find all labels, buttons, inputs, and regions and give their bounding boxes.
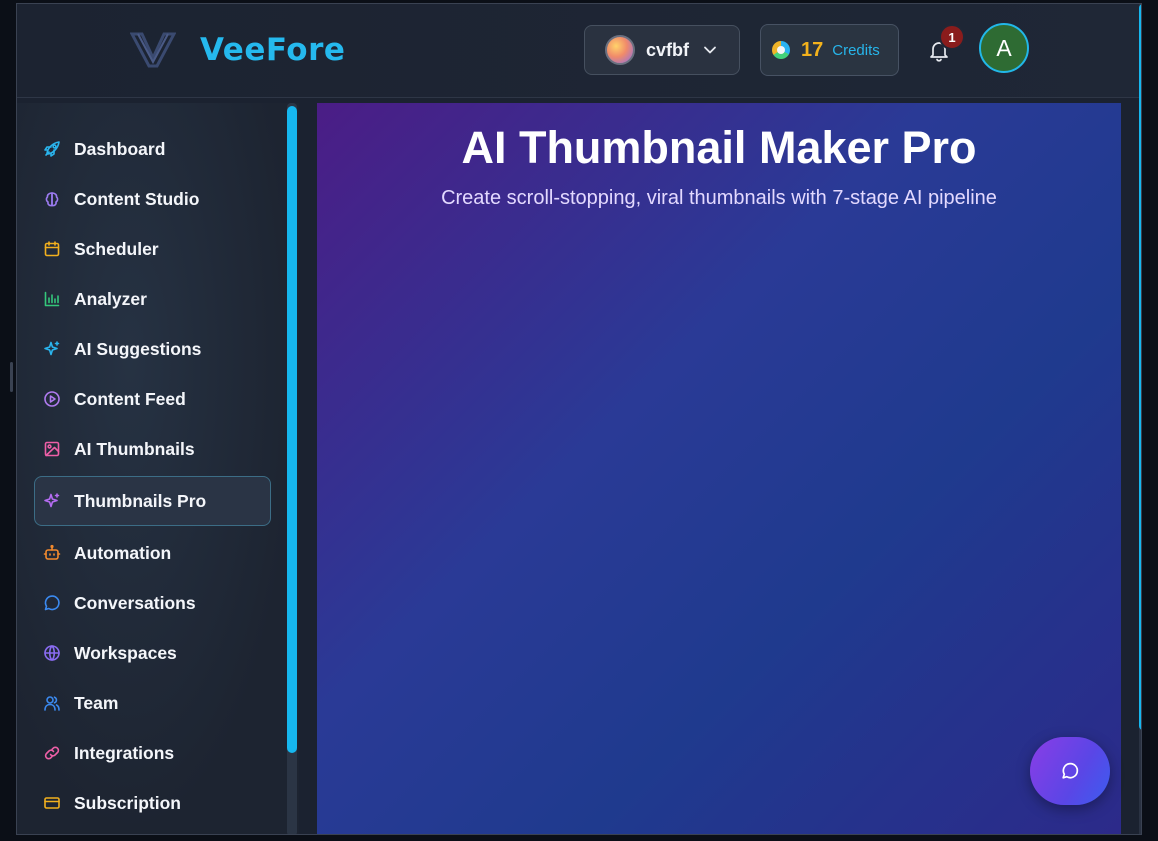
sidebar-item-label: Automation	[74, 542, 172, 563]
sidebar-item-dashboard[interactable]: Dashboard	[34, 124, 271, 174]
sidebar-item-label: Conversations	[74, 592, 196, 613]
brand-name[interactable]: VeeFore	[200, 32, 345, 68]
credits-count: 17	[801, 38, 824, 61]
calendar-icon	[44, 241, 60, 257]
notification-count-badge: 1	[939, 24, 965, 50]
chat-button[interactable]	[1030, 737, 1110, 805]
brain-icon	[45, 192, 59, 207]
sidebar-item-content-feed[interactable]: Content Feed	[34, 374, 271, 424]
sidebar-scrollbar-thumb[interactable]	[287, 106, 297, 753]
sidebar-item-label: Scheduler	[74, 238, 159, 259]
window-resize-grip[interactable]	[10, 362, 13, 392]
users-icon	[44, 696, 60, 711]
credits-coin-icon	[772, 41, 790, 59]
veefore-logo-icon	[130, 32, 176, 68]
page-subtitle: Create scroll-stopping, viral thumbnails…	[441, 187, 997, 209]
sidebar-item-workspaces[interactable]: Workspaces	[34, 628, 271, 678]
sidebar-item-automation[interactable]: Automation	[34, 528, 271, 578]
sidebar-item-subscription[interactable]: Subscription	[34, 778, 271, 828]
image-icon	[44, 441, 60, 457]
rocket-icon	[44, 141, 60, 157]
sidebar-item-content-studio[interactable]: Content Studio	[34, 174, 271, 224]
sidebar-item-ai-suggestions[interactable]: AI Suggestions	[34, 324, 271, 374]
user-avatar[interactable]: A	[979, 23, 1029, 73]
sidebar-item-label: AI Thumbnails	[74, 438, 195, 459]
sidebar-item-label: AI Suggestions	[74, 338, 202, 359]
sidebar-item-label: Subscription	[74, 792, 181, 813]
top-header: VeeFore cvfbf 17 Credits 1 A	[17, 4, 1141, 98]
main-hero: AI Thumbnail Maker Pro Create scroll-sto…	[317, 103, 1121, 834]
sidebar: Dashboard Content Studio Scheduler Analyzer…	[17, 103, 299, 834]
bot-icon	[43, 544, 61, 560]
sidebar-item-label: Analyzer	[74, 288, 147, 309]
play-circle-icon	[44, 391, 60, 407]
sidebar-item-scheduler[interactable]: Scheduler	[34, 224, 271, 274]
sidebar-item-thumbnails-pro[interactable]: Thumbnails Pro	[34, 476, 271, 526]
sparkles-icon	[44, 341, 60, 356]
message-circle-icon	[1062, 762, 1079, 779]
main-scrollbar-thumb[interactable]	[1139, 4, 1141, 730]
sidebar-item-label: Thumbnails Pro	[74, 490, 207, 511]
page-title: AI Thumbnail Maker Pro	[461, 122, 977, 173]
sidebar-item-conversations[interactable]: Conversations	[34, 578, 271, 628]
bar-chart-icon	[44, 291, 60, 307]
sidebar-item-label: Team	[74, 692, 119, 713]
chevron-down-icon	[704, 46, 716, 54]
sidebar-item-label: Dashboard	[74, 138, 166, 159]
credits-label: Credits	[832, 41, 880, 59]
message-circle-icon	[44, 595, 60, 611]
sidebar-item-label: Workspaces	[74, 642, 177, 663]
workspace-avatar	[605, 35, 635, 65]
sidebar-item-ai-thumbnails[interactable]: AI Thumbnails	[34, 424, 271, 474]
sidebar-item-team[interactable]: Team	[34, 678, 271, 728]
workspace-name: cvfbf	[646, 39, 690, 60]
sidebar-item-label: Integrations	[74, 742, 175, 763]
globe-icon	[44, 645, 60, 661]
credits-badge[interactable]: 17 Credits	[760, 24, 899, 76]
sparkles-icon	[44, 493, 60, 508]
sidebar-item-integrations[interactable]: Integrations	[34, 728, 271, 778]
sidebar-item-analyzer[interactable]: Analyzer	[34, 274, 271, 324]
credit-card-icon	[44, 797, 60, 809]
workspace-switcher[interactable]: cvfbf	[584, 25, 740, 75]
sidebar-nav: Dashboard Content Studio Scheduler Analyzer…	[34, 124, 271, 828]
sidebar-item-label: Content Studio	[74, 188, 200, 209]
sidebar-item-label: Content Feed	[74, 388, 186, 409]
app-window: VeeFore cvfbf 17 Credits 1 A Dashboard Co…	[16, 3, 1142, 835]
link-icon	[44, 746, 60, 760]
